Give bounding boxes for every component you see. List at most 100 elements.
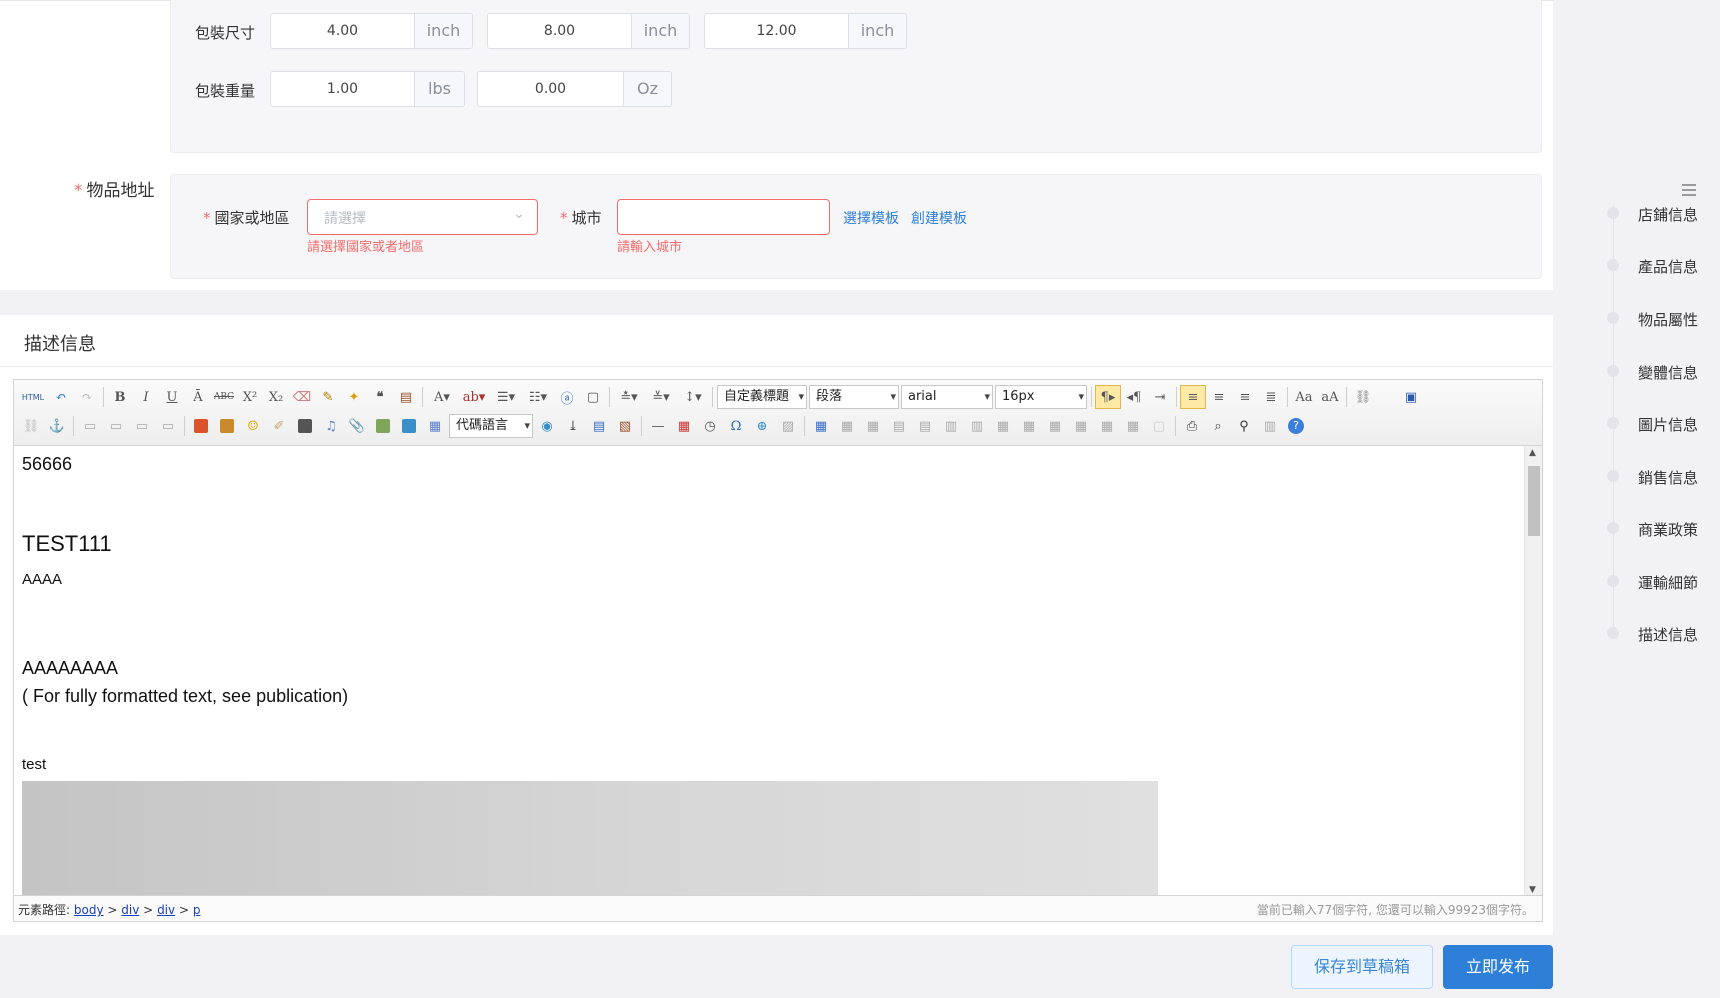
- package-height-input[interactable]: 12.00 inch: [704, 13, 907, 49]
- nav-item-shipping[interactable]: 運輸細節: [1638, 572, 1698, 593]
- custom-heading-select[interactable]: 自定義標題: [717, 385, 807, 409]
- nav-item-policies[interactable]: 商業政策: [1638, 519, 1698, 540]
- line-height-icon[interactable]: ↕▾: [677, 385, 709, 409]
- menu-icon[interactable]: [1682, 184, 1696, 199]
- split-cells-icon[interactable]: ▦: [1068, 414, 1094, 438]
- underline-icon[interactable]: U: [159, 385, 185, 409]
- paste-plain-icon[interactable]: ▤: [393, 385, 419, 409]
- insert-video-icon[interactable]: [292, 414, 318, 438]
- special-chars-icon[interactable]: Ω: [723, 414, 749, 438]
- scroll-down-icon[interactable]: ▼: [1529, 885, 1536, 895]
- attachment-icon[interactable]: 📎: [344, 414, 370, 438]
- nav-item-store[interactable]: 店鋪信息: [1638, 204, 1698, 225]
- rtl-direction-icon[interactable]: ◂¶: [1121, 385, 1147, 409]
- nav-item-sales[interactable]: 銷售信息: [1638, 467, 1698, 488]
- bold-icon[interactable]: B: [107, 385, 133, 409]
- simple-upload-icon[interactable]: [188, 414, 214, 438]
- font-color-icon[interactable]: A▾: [426, 385, 458, 409]
- nav-item-attributes[interactable]: 物品屬性: [1638, 309, 1698, 330]
- save-draft-button[interactable]: 保存到草稿箱: [1291, 945, 1433, 989]
- clear-doc-icon[interactable]: ▢: [580, 385, 606, 409]
- city-input[interactable]: [617, 199, 830, 235]
- image-left-icon[interactable]: ▭: [103, 414, 129, 438]
- create-template-link[interactable]: 創建模板: [911, 208, 967, 228]
- background-icon[interactable]: ▧: [612, 414, 638, 438]
- auto-typeset-icon[interactable]: ✦: [341, 385, 367, 409]
- chart-icon[interactable]: ▢: [1146, 414, 1172, 438]
- google-map-icon[interactable]: [396, 414, 422, 438]
- font-border-icon[interactable]: Ā: [185, 385, 211, 409]
- insert-table-icon[interactable]: ▦: [808, 414, 834, 438]
- template-icon[interactable]: ▤: [586, 414, 612, 438]
- split-rows-icon[interactable]: ▦: [1094, 414, 1120, 438]
- font-size-select[interactable]: 16px: [995, 385, 1087, 409]
- scrawl-icon[interactable]: ✐: [266, 414, 292, 438]
- date-icon[interactable]: ▦: [671, 414, 697, 438]
- image-right-icon[interactable]: ▭: [129, 414, 155, 438]
- path-body[interactable]: body: [74, 903, 104, 917]
- insert-frame-icon[interactable]: ▦: [422, 414, 448, 438]
- editor-content[interactable]: 56666 TEST111 AAAA AAAAAAAA ( For fully …: [14, 446, 1525, 897]
- font-family-select[interactable]: arial: [901, 385, 993, 409]
- image-center-icon[interactable]: ▭: [155, 414, 181, 438]
- search-replace-icon[interactable]: ⚲: [1231, 414, 1257, 438]
- uppercase-icon[interactable]: Aa: [1291, 385, 1317, 409]
- split-cols-icon[interactable]: ▦: [1120, 414, 1146, 438]
- insert-paragraph-before-table-icon[interactable]: ▦: [860, 414, 886, 438]
- align-left-icon[interactable]: ≡: [1180, 385, 1206, 409]
- music-icon[interactable]: ♫: [318, 414, 344, 438]
- format-match-icon[interactable]: ✎: [315, 385, 341, 409]
- package-length-input[interactable]: 4.00 inch: [270, 13, 473, 49]
- lowercase-icon[interactable]: aA: [1317, 385, 1343, 409]
- time-icon[interactable]: ◷: [697, 414, 723, 438]
- blockquote-icon[interactable]: ❝: [367, 385, 393, 409]
- package-width-input[interactable]: 8.00 inch: [487, 13, 690, 49]
- subscript-icon[interactable]: X₂: [263, 385, 289, 409]
- redo-icon[interactable]: ↷: [74, 385, 100, 409]
- merge-cells-icon[interactable]: ▦: [990, 414, 1016, 438]
- align-center-icon[interactable]: ≡: [1206, 385, 1232, 409]
- select-all-icon[interactable]: ⓐ: [554, 385, 580, 409]
- help-icon[interactable]: ?: [1283, 414, 1309, 438]
- merge-right-icon[interactable]: ▦: [1016, 414, 1042, 438]
- path-div[interactable]: div: [157, 903, 175, 917]
- publish-button[interactable]: 立即发布: [1443, 945, 1553, 989]
- delete-table-icon[interactable]: ▦: [834, 414, 860, 438]
- ltr-direction-icon[interactable]: ¶▸: [1095, 385, 1121, 409]
- remove-format-icon[interactable]: ⌫: [289, 385, 315, 409]
- insert-row-icon[interactable]: ▤: [886, 414, 912, 438]
- path-p[interactable]: p: [193, 903, 201, 917]
- row-spacing-top-icon[interactable]: ≛▾: [613, 385, 645, 409]
- row-spacing-bottom-icon[interactable]: ≚▾: [645, 385, 677, 409]
- paragraph-format-select[interactable]: 段落: [809, 385, 899, 409]
- insert-image-icon[interactable]: [214, 414, 240, 438]
- choose-template-link[interactable]: 選擇模板: [843, 208, 899, 228]
- content-image[interactable]: [22, 781, 1158, 897]
- undo-icon[interactable]: ↶: [48, 385, 74, 409]
- country-select[interactable]: 請選擇 ⌄: [307, 199, 538, 235]
- background-color-icon[interactable]: ab▾: [458, 385, 490, 409]
- anchor-icon[interactable]: ⚓: [44, 414, 70, 438]
- align-right-icon[interactable]: ≡: [1232, 385, 1258, 409]
- web-app-icon[interactable]: ◉: [534, 414, 560, 438]
- snap-screen-icon[interactable]: ⊕: [749, 414, 775, 438]
- editor-scrollbar[interactable]: ▲ ▼: [1524, 446, 1542, 897]
- path-div[interactable]: div: [121, 903, 139, 917]
- image-none-icon[interactable]: ▭: [77, 414, 103, 438]
- ordered-list-icon[interactable]: ☰▾: [490, 385, 522, 409]
- print-icon[interactable]: ⎙: [1179, 414, 1205, 438]
- superscript-icon[interactable]: X²: [237, 385, 263, 409]
- horizontal-rule-icon[interactable]: —: [645, 414, 671, 438]
- italic-icon[interactable]: I: [133, 385, 159, 409]
- delete-col-icon[interactable]: ▥: [964, 414, 990, 438]
- scroll-thumb[interactable]: [1528, 466, 1540, 536]
- nav-item-images[interactable]: 圖片信息: [1638, 414, 1698, 435]
- indent-icon[interactable]: ⇥: [1147, 385, 1173, 409]
- weight-lbs-input[interactable]: 1.00 lbs: [270, 71, 465, 107]
- unlink-icon[interactable]: ⛓: [18, 414, 44, 438]
- merge-down-icon[interactable]: ▦: [1042, 414, 1068, 438]
- map-icon[interactable]: [370, 414, 396, 438]
- delete-row-icon[interactable]: ▤: [912, 414, 938, 438]
- html-source-icon[interactable]: HTML: [18, 385, 48, 409]
- scroll-up-icon[interactable]: ▲: [1529, 448, 1536, 458]
